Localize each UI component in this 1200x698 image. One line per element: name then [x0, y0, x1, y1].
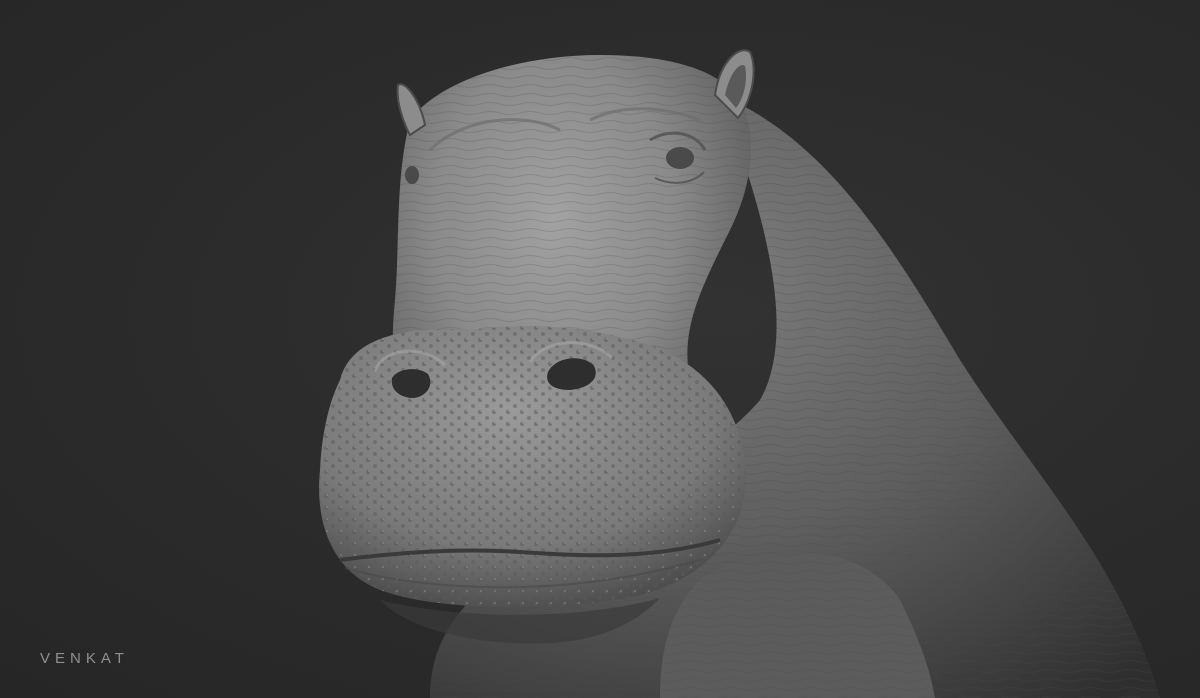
- artist-watermark: VENKAT: [40, 650, 129, 667]
- hippo-eye-left: [405, 166, 419, 184]
- hippo-sculpt-image: [319, 49, 1160, 698]
- hippo-ear-left: [396, 83, 427, 137]
- hippo-eye-right: [666, 147, 694, 169]
- render-viewport: VENKAT: [0, 0, 1200, 698]
